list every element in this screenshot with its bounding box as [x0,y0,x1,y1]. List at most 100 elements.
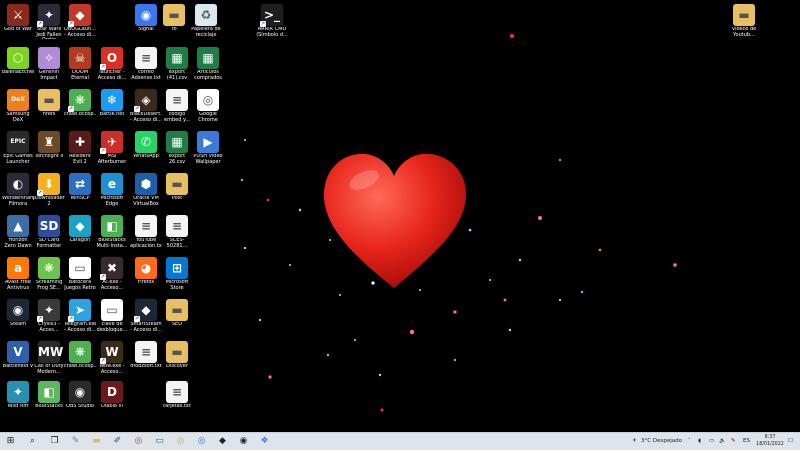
desktop-icon-diablo[interactable]: D Diablo III [96,381,128,410]
desktop-icon-wow[interactable]: W ↗ Wow.exe - Acceso... [96,341,128,375]
desktop-icon-chrome[interactable]: ◎ Google Chrome [192,89,224,123]
desktop-icon-at-exe[interactable]: ✖ ↗ AT.exe - Acceso... [96,257,128,291]
desktop-icon-tarjetas[interactable]: ≡ tarjetas.txt [161,381,193,410]
desktop-icon-jdownloader[interactable]: ⬇ ↗ JDownloader 2 [33,173,65,207]
desktop-icon-laragon[interactable]: ◆ Laragon [64,215,96,244]
desktop-icon-seo[interactable]: ▬ SEO [161,299,193,328]
desktop-icon-horizon[interactable]: ▲ Horizon Zero Dawn [2,215,34,249]
weather-status[interactable]: 3°C Despejado [641,433,682,450]
edit-icon[interactable]: ✎ [731,433,736,450]
desktop-icon-whatsapp[interactable]: ✆ WhatsApp [130,131,162,160]
desktop-icon-genshin[interactable]: ✧ Genshin Impact [33,47,65,81]
desktop-icon-dbog[interactable]: ◆ ↗ DBOGLaun... - Acceso di... [64,4,96,38]
desktop-icon-codigo[interactable]: ≡ código embed y... [161,89,193,123]
desktop-icon-god-of-war[interactable]: ⚔ God of War [2,4,34,33]
taskbar-task-view-icon[interactable]: ❐ [48,435,61,448]
desktop-icon-hrefs[interactable]: ▬ hrefs [33,89,65,118]
re2-icon: ✚ [69,131,91,153]
desktop-icon-recycle[interactable]: ♻ Papelera de reciclaje [190,4,222,38]
taskbar-push-task-icon[interactable]: ❖ [258,435,271,448]
desktop[interactable]: ⚔God of War✦↗Star Wars Jedi Fallen Order… [0,0,800,432]
desktop-icon-export26[interactable]: ▦ export 26.csv [161,131,193,165]
desktop-icon-re2[interactable]: ✚ Resident Evil 2 [64,131,96,165]
desktop-icon-wondershare[interactable]: ◐ Wondershare Filmora [2,173,34,207]
weather-icon[interactable]: ☀ [632,433,637,450]
desktop-icon-cmd[interactable]: >_ ↗ ARRIR CMD (Símbolo d... [256,4,288,38]
desktop-icon-balena[interactable]: ⬡ balenaEtcher [2,47,34,76]
desktop-icon-clave[interactable]: ▭ clave de desbloque... [96,299,128,333]
notifications-icon[interactable]: ☐ [788,433,793,450]
windows-start-icon[interactable]: ⊞ [4,435,17,448]
desktop-icon-obs[interactable]: ◉ OBS Studio [64,381,96,410]
desktop-icon-label: Resident Evil 2 [69,154,91,165]
desktop-icon-post[interactable]: ▬ Post [161,173,193,202]
desktop-icon-launcher[interactable]: O ↗ launcher - Acceso di... [96,47,128,81]
bluestacks-multi-icon: ◧ [101,215,123,237]
desktop-icon-label: DBOGLaun... - Acceso di... [64,27,96,38]
desktop-icon-label: WhatsApp [133,154,159,159]
desktop-icon-articulos[interactable]: ▦ Artículos comprados [192,47,224,81]
god-of-war-icon: ⚔ [7,4,29,26]
desktop-icon-battlenet[interactable]: ❄ Battle.net [96,89,128,118]
desktop-icon-telegram[interactable]: ➤ ↗ Telegram.exe - Acceso di... [64,299,96,333]
battlefield-icon: V [7,341,29,363]
desktop-icon-battlefield[interactable]: V Battlefield V [2,341,34,370]
desktop-icon-crawl1[interactable]: ❋ ↗ crawl.ocosp... [64,89,96,118]
desktop-icon-steam[interactable]: ◉ Steam [2,299,34,328]
desktop-icon-epic[interactable]: EPIC Epic Games Launcher [2,131,34,165]
taskbar-unity-icon[interactable]: ◆ [216,435,229,448]
desktop-icon-bluestacks-multi[interactable]: ◧ BlueStacks Multi-Insta... [96,215,128,249]
desktop-icon-msi[interactable]: ✈ ↗ MSI Afterburner [96,131,128,165]
desktop-icon-wildrift[interactable]: ✦ Wild Rift [2,381,34,410]
network-icon[interactable]: ▭ [709,433,714,450]
desktop-icon-virtualbox[interactable]: ⬢ Oracle VM VirtualBox [130,173,162,207]
taskbar-steam-task-icon[interactable]: ◉ [237,435,250,448]
desktop-icon-batocera[interactable]: ▭ Batocera Juegos Retro [64,257,96,291]
desktop-icon-bluestacks[interactable]: ◧ BlueStacks [33,381,65,410]
taskbar-chrome-dev-icon[interactable]: ◎ [195,435,208,448]
taskbar-notepad-icon[interactable]: ✎ [69,435,82,448]
desktop-icon-discover[interactable]: ▬ Discover [161,341,193,370]
desktop-icon-blackdesert[interactable]: ◈ ↗ BlackDesert... - Acceso di... [130,89,162,123]
desktop-icon-crysis[interactable]: ✦ ↗ Crysis3 - Acces... [33,299,65,333]
desktop-icon-sdcard[interactable]: SD SD Card Formatter [33,215,65,249]
desktop-icon-sces[interactable]: ≡ SCES-50281... [161,215,193,249]
taskbar-chrome-canary-icon[interactable]: ◎ [174,435,187,448]
desktop-icon-videos[interactable]: ▬ Videos de Youtub... [728,4,760,38]
desktop-icon-doom[interactable]: ☠ DOOM Eternal [64,47,96,81]
taskbar-explorer-icon[interactable]: ▬ [90,435,103,448]
taskbar-monitor-icon[interactable]: ▭ [153,435,166,448]
desktop-icon-push[interactable]: ▶ PUSH Video Wallpaper [192,131,224,165]
speaker-icon[interactable]: 🔈 [719,433,726,450]
desktop-icon-crawl2[interactable]: ❋ crawl.ocosp... [64,341,96,370]
desktop-icon-samsung-dex[interactable]: DeX Samsung DeX [2,89,34,123]
desktop-icon-cod[interactable]: MW Call of Duty Modern... [33,341,65,375]
desktop-icon-winscp[interactable]: ⇄ WinSCP [64,173,96,202]
desktop-icon-store[interactable]: ⊞ Microsoft Store [161,257,193,291]
language-icon[interactable]: ES [743,433,750,450]
desktop-icon-dfodzsoft[interactable]: ≡ dfodzsoft.txt [130,341,162,370]
desktop-icon-firefox[interactable]: ◕ Firefox [130,257,162,286]
desktop-icon-correo[interactable]: ≡ correo Adsense.txt [130,47,162,81]
desktop-icon-edge[interactable]: e Microsoft Edge [96,173,128,207]
desktop-icon-label: balenaEtcher [2,70,34,75]
desktop-icon-avast[interactable]: a Avast Free Antivirus [2,257,34,291]
taskbar-chrome-task-icon[interactable]: ◎ [132,435,145,448]
desktop-icon-screaming[interactable]: ❋ Screaming Frog SE... [33,257,65,291]
volume-icon[interactable]: ◖ [698,433,701,450]
winscp-icon: ⇄ [69,173,91,195]
desktop-icon-youtube-txt[interactable]: ≡ YouTube aplicación.txt [130,215,162,249]
desktop-icon-star-wars[interactable]: ✦↗Star Wars Jedi Fallen Order [33,4,65,39]
star-wars-icon: ✦ ↗ [37,4,60,27]
desktop-icon-label: dfodzsoft.txt [130,364,162,369]
desktop-icon-yo[interactable]: ▬ Yo [158,4,190,33]
show-hidden-icons-chevron-icon[interactable]: ˄ [688,433,691,450]
search-icon[interactable]: ⌕ [26,435,39,448]
desktop-icon-smartsteam[interactable]: ◆ ↗ SmartSteam - Acceso di... [130,299,162,333]
taskbar-pencil-icon[interactable]: ✐ [111,435,124,448]
desktop-icon-label: PUSH Video Wallpaper [193,154,223,165]
desktop-icon-export41[interactable]: ▦ export (41).csv [161,47,193,81]
desktop-icon-torchlight[interactable]: ♜ Torchlight II [33,131,65,160]
taskbar-clock[interactable]: 8:37 18/01/2022 [755,435,785,448]
desktop-icon-label: Microsoft Store [165,280,189,291]
